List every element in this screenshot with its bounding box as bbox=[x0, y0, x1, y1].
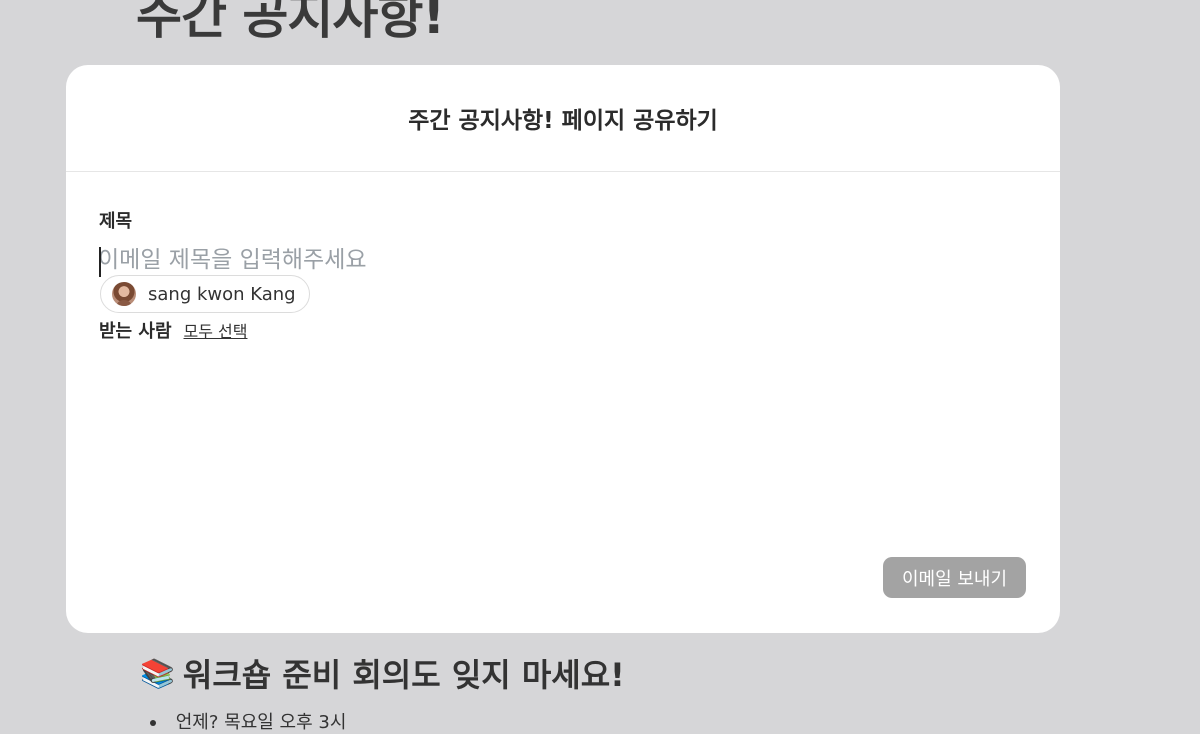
recipients-label: 받는 사람 bbox=[99, 321, 172, 342]
send-email-button[interactable]: 이메일 보내기 bbox=[883, 557, 1026, 598]
books-icon: 📚 bbox=[140, 656, 175, 690]
recipients-row: 받는 사람 모두 선택 bbox=[99, 317, 247, 343]
modal-header: 주간 공지사항! 페이지 공유하기 bbox=[66, 65, 1060, 172]
avatar bbox=[112, 282, 136, 306]
list-item-text: 언제? 목요일 오후 3시 bbox=[175, 712, 347, 733]
select-all-link[interactable]: 모두 선택 bbox=[184, 318, 248, 342]
section-heading: 📚 워크숍 준비 회의도 잊지 마세요! bbox=[140, 650, 625, 696]
subject-label: 제목 bbox=[99, 211, 133, 232]
page-title: 주간 공지사항! bbox=[136, 0, 445, 45]
modal-title: 주간 공지사항! 페이지 공유하기 bbox=[408, 108, 718, 134]
share-modal: 주간 공지사항! 페이지 공유하기 제목 받는 사람 모두 선택 sang kw… bbox=[66, 65, 1060, 633]
modal-body: 제목 받는 사람 모두 선택 sang kwon Kang 이메일 보내기 bbox=[66, 172, 1060, 632]
section-heading-text: 워크숍 준비 회의도 잊지 마세요! bbox=[182, 656, 625, 694]
recipient-name: sang kwon Kang bbox=[148, 283, 296, 305]
list-item: 언제? 목요일 오후 3시 bbox=[150, 708, 346, 734]
recipient-chip[interactable]: sang kwon Kang bbox=[100, 275, 310, 313]
text-cursor bbox=[99, 247, 101, 277]
bullet-icon bbox=[150, 720, 156, 726]
